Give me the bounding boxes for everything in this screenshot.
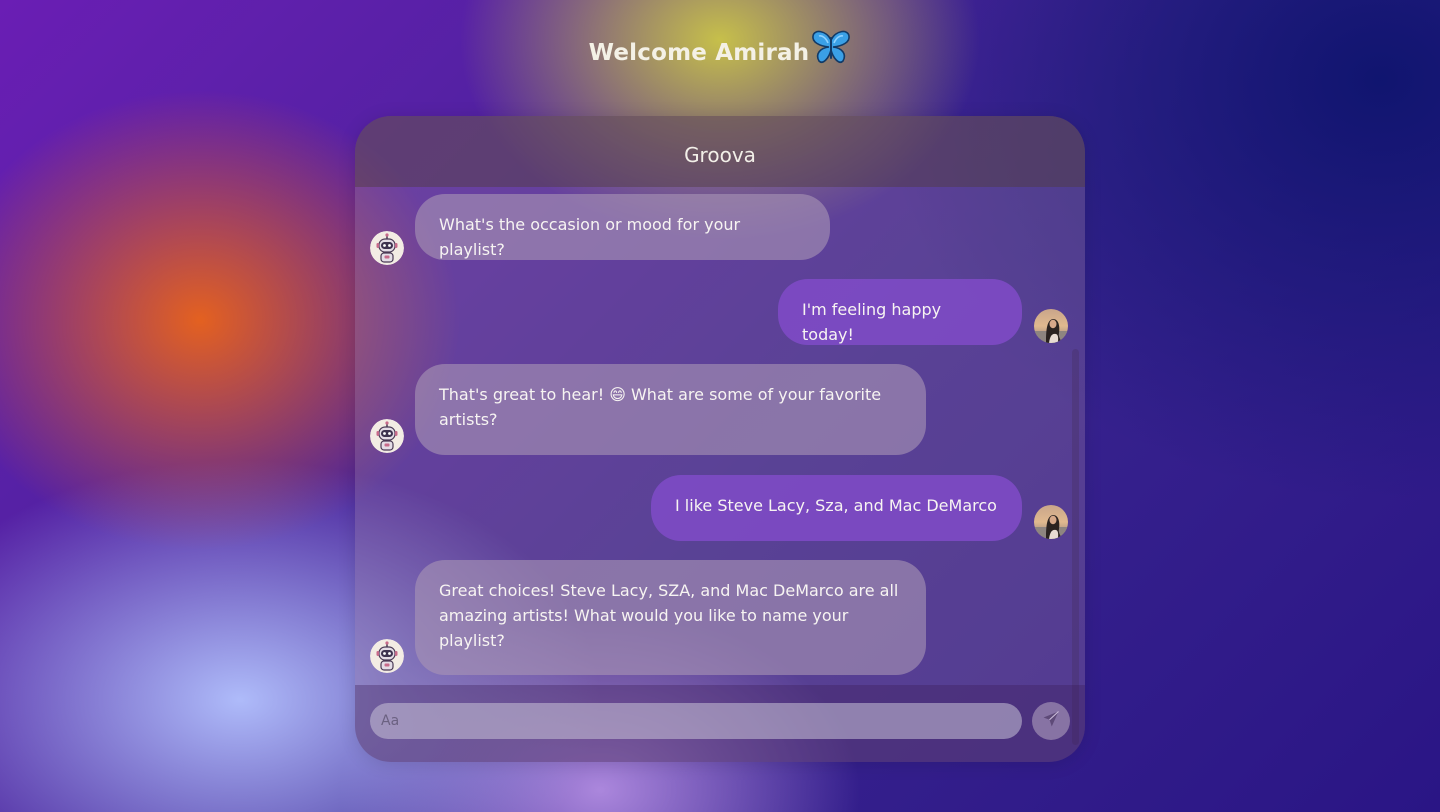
robot-avatar bbox=[370, 231, 404, 265]
chat-header: Groova bbox=[355, 116, 1085, 187]
message-text: That's great to hear! 😄 What are some of… bbox=[439, 385, 882, 429]
robot-avatar bbox=[370, 419, 404, 453]
user-photo-avatar bbox=[1034, 309, 1068, 343]
butterfly-icon bbox=[811, 30, 851, 72]
message-text: Great choices! Steve Lacy, SZA, and Mac … bbox=[439, 581, 899, 650]
user-message-bubble: I like Steve Lacy, Sza, and Mac DeMarco bbox=[651, 475, 1022, 541]
message-text: What's the occasion or mood for your pla… bbox=[439, 215, 741, 259]
bot-message-bubble: What's the occasion or mood for your pla… bbox=[415, 194, 830, 260]
user-photo-avatar bbox=[1034, 505, 1068, 539]
message-list[interactable]: What's the occasion or mood for your pla… bbox=[355, 187, 1085, 745]
message-row: That's great to hear! 😄 What are some of… bbox=[355, 364, 1085, 456]
message-text: I like Steve Lacy, Sza, and Mac DeMarco bbox=[675, 496, 997, 515]
user-message-bubble: I'm feeling happy today! bbox=[778, 279, 1022, 345]
bot-message-bubble: That's great to hear! 😄 What are some of… bbox=[415, 364, 926, 455]
chat-window: Groova What's the occasion or mood for y… bbox=[355, 116, 1085, 762]
message-row: I like Steve Lacy, Sza, and Mac DeMarco bbox=[355, 475, 1085, 541]
send-button[interactable] bbox=[1032, 702, 1070, 740]
bot-message-bubble: Great choices! Steve Lacy, SZA, and Mac … bbox=[415, 560, 926, 675]
message-input[interactable] bbox=[370, 703, 1022, 739]
chat-title: Groova bbox=[684, 143, 756, 167]
message-row: What's the occasion or mood for your pla… bbox=[355, 194, 1085, 260]
paper-plane-icon bbox=[1042, 710, 1060, 732]
message-row: Great choices! Steve Lacy, SZA, and Mac … bbox=[355, 560, 1085, 676]
welcome-heading: Welcome Amirah bbox=[0, 30, 1440, 72]
message-text: I'm feeling happy today! bbox=[802, 300, 942, 344]
welcome-title: Welcome Amirah bbox=[588, 40, 810, 66]
message-row: I'm feeling happy today! bbox=[355, 279, 1085, 345]
composer-bar bbox=[355, 685, 1085, 762]
robot-avatar bbox=[370, 639, 404, 673]
